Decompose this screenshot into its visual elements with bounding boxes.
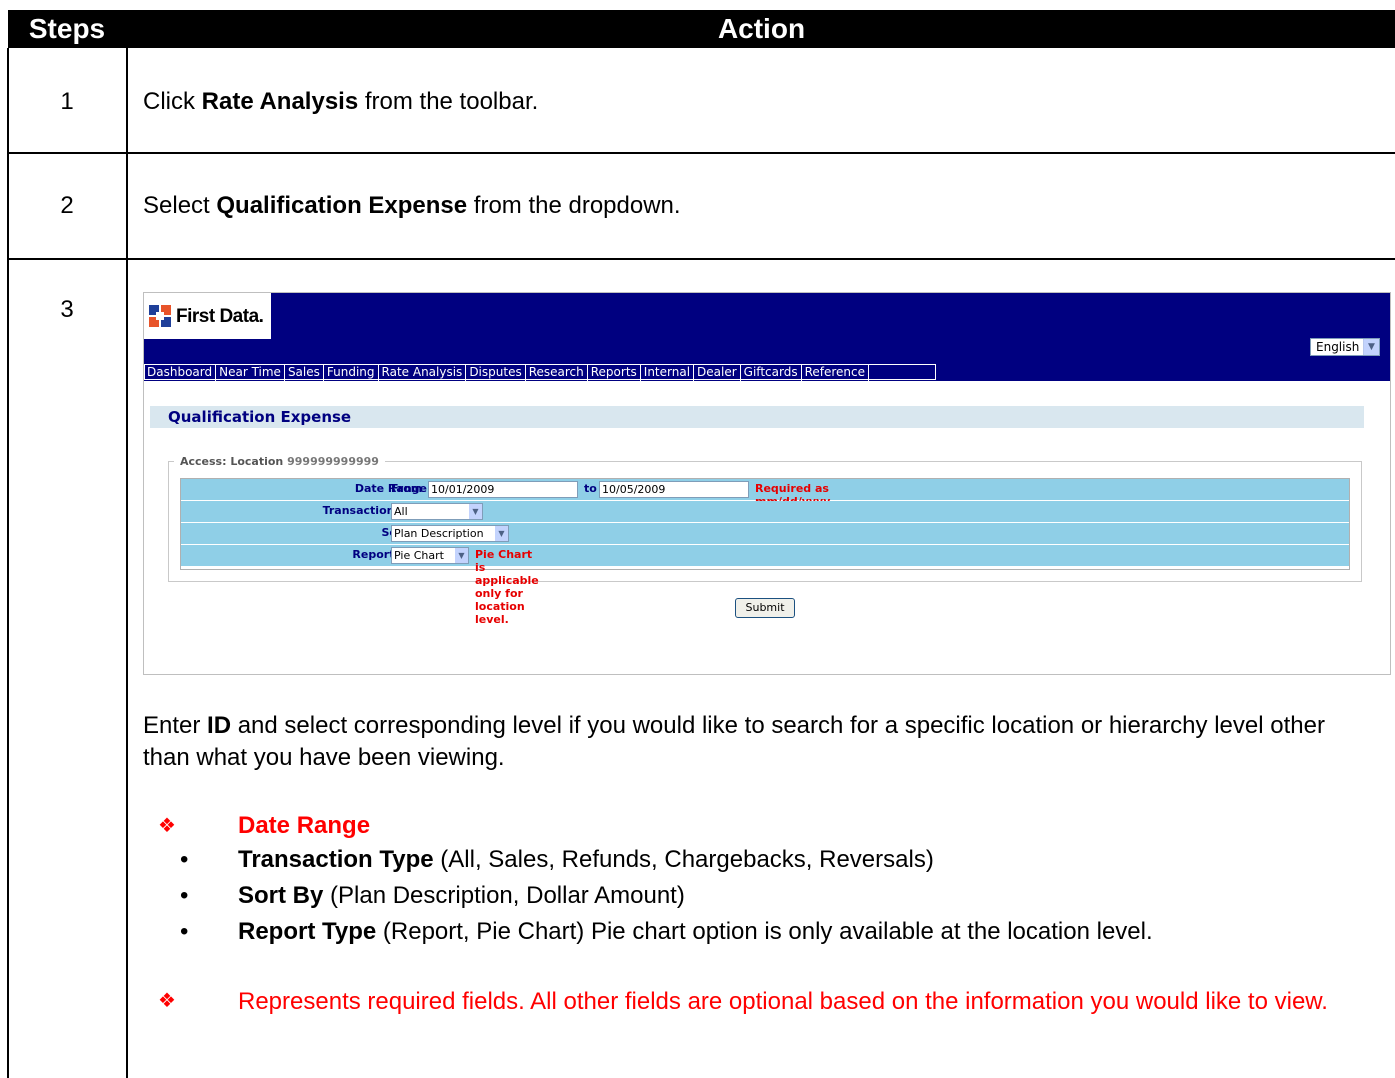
legend-value: 999999999999 (287, 455, 379, 468)
diamond-bullet-icon: ❖ (158, 990, 176, 1012)
row-divider (7, 152, 1395, 154)
step-instruction: Click Rate Analysis from the toolbar. (143, 88, 538, 116)
step-number: 3 (60, 296, 74, 323)
form-row-report-type: Report Type Pie Chart ▼ Pie Chart is appl… (181, 545, 1349, 626)
bullet-icon: • (180, 846, 189, 873)
nav-item-reference[interactable]: Reference (802, 365, 870, 381)
form-row-transaction-type: Transaction Type All ▼ (181, 501, 1349, 523)
nav-item-research[interactable]: Research (526, 365, 588, 381)
step-number: 1 (60, 88, 74, 115)
submit-button[interactable]: Submit (735, 598, 795, 618)
field-item: Report Type (Report, Pie Chart) Pie char… (238, 918, 1153, 946)
chevron-down-icon: ▼ (1363, 339, 1379, 355)
instruction-text: from the dropdown. (467, 192, 681, 219)
chevron-down-icon: ▼ (495, 526, 508, 541)
field-desc: (Report, Pie Chart) Pie chart option is … (376, 918, 1153, 945)
field-name: Sort By (238, 882, 324, 909)
field-name: Transaction Type (238, 846, 434, 873)
report-hint: Pie Chart is applicable only for locatio… (475, 548, 539, 626)
row-divider (7, 258, 1395, 260)
field-name: Report Type (238, 918, 377, 945)
field-desc: (Plan Description, Dollar Amount) (323, 882, 685, 909)
form-row-sort-by: Sort By Plan Description▼ (181, 523, 1349, 545)
nav-item-giftcards[interactable]: Giftcards (741, 365, 802, 381)
from-date-input[interactable]: 10/01/2009 (428, 481, 578, 498)
fieldset-legend: Access: Location 999999999999 (174, 455, 385, 468)
sort-by-value: Plan Description (394, 527, 484, 540)
page-title: Qualification Expense (168, 408, 352, 426)
description-text: and select corresponding level if you wo… (143, 712, 1325, 771)
required-note: Represents required fields. All other fi… (238, 988, 1328, 1015)
nav-item-sales[interactable]: Sales (285, 365, 324, 381)
field-name: Date Range (238, 812, 371, 839)
language-select[interactable]: English ▼ (1310, 338, 1380, 356)
report-type-value: Pie Chart (394, 549, 444, 562)
field-item: Transaction Type (All, Sales, Refunds, C… (238, 846, 934, 874)
diamond-bullet-icon: ❖ (158, 815, 176, 837)
description-paragraph: Enter ID and select corresponding level … (143, 710, 1363, 774)
first-data-logo-icon (149, 305, 171, 327)
app-screenshot: First Data. English ▼ Dashboard Near Time S… (143, 292, 1391, 675)
nav-item-funding[interactable]: Funding (324, 365, 379, 381)
to-label: to (584, 482, 597, 495)
nav-item-reports[interactable]: Reports (588, 365, 641, 381)
to-date-input[interactable]: 10/05/2009 (599, 481, 749, 498)
step-instruction: Select Qualification Expense from the dr… (143, 192, 681, 220)
step-number: 2 (60, 192, 74, 219)
from-label: From (391, 482, 423, 495)
instruction-bold: Qualification Expense (216, 192, 468, 219)
nav-item-dealer[interactable]: Dealer (694, 365, 741, 381)
bullet-icon: • (180, 918, 189, 945)
nav-item-rate-analysis[interactable]: Rate Analysis (379, 365, 467, 381)
chevron-down-icon: ▼ (455, 548, 468, 563)
search-form: Date Range From 10/01/2009 to 10/05/2009… (180, 478, 1350, 626)
bullet-icon: • (180, 882, 189, 909)
field-desc: (All, Sales, Refunds, Chargebacks, Rever… (433, 846, 934, 873)
legend-label: Access: Location (180, 455, 284, 468)
description-text: Enter (143, 712, 208, 739)
steps-table: Steps Action 1 Click Rate Analysis from … (0, 0, 1395, 1078)
column-divider (126, 48, 128, 1078)
description-bold: ID (207, 712, 232, 739)
field-item: Sort By (Plan Description, Dollar Amount… (238, 882, 685, 910)
nav-item-internal[interactable]: Internal (641, 365, 695, 381)
language-value: English (1316, 340, 1360, 354)
instruction-text: Click (143, 88, 202, 115)
report-type-select[interactable]: Pie Chart ▼ (391, 547, 469, 564)
nav-item-disputes[interactable]: Disputes (466, 365, 526, 381)
main-nav: Dashboard Near Time Sales Funding Rate Analy… (144, 365, 870, 381)
field-item-required: Date Range (238, 812, 370, 840)
chevron-down-icon: ▼ (469, 504, 482, 519)
nav-item-near-time[interactable]: Near Time (216, 365, 285, 381)
transaction-type-select[interactable]: All ▼ (391, 503, 483, 520)
instruction-bold: Rate Analysis (201, 88, 359, 115)
nav-item-dashboard[interactable]: Dashboard (144, 365, 217, 381)
instruction-text: Select (143, 192, 217, 219)
form-row-date-range: Date Range From 10/01/2009 to 10/05/2009… (181, 479, 1349, 508)
header-action: Action (717, 13, 806, 44)
transaction-type-value: All (394, 505, 408, 518)
logo-text: First Data. (176, 306, 264, 327)
sort-by-select[interactable]: Plan Description ▼ (391, 525, 509, 542)
header-steps: Steps (28, 13, 106, 44)
logo: First Data. (144, 293, 271, 339)
instruction-text: from the toolbar. (358, 88, 539, 115)
